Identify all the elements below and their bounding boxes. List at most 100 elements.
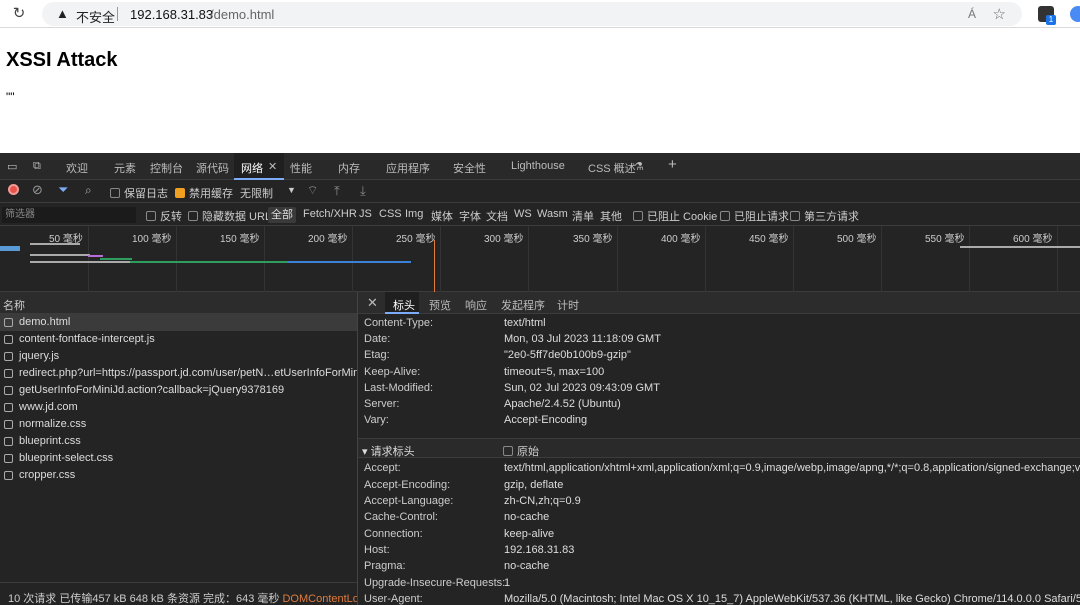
request-row[interactable]: content-fontface-intercept.js	[0, 331, 357, 348]
tab-headers[interactable]: 标头	[393, 297, 415, 313]
filter-css[interactable]: CSS	[379, 208, 402, 220]
header-key: Accept-Language:	[364, 495, 454, 507]
invert-checkbox[interactable]: 反转	[146, 208, 182, 224]
tab-memory[interactable]: 内存	[338, 160, 360, 176]
filter-doc[interactable]: 文档	[486, 208, 508, 224]
url-path[interactable]: /demo.html	[210, 7, 274, 22]
request-row[interactable]: getUserInfoForMiniJd.action?callback=jQu…	[0, 382, 357, 399]
tab-network[interactable]: 网络	[241, 160, 263, 176]
checkbox-box[interactable]	[188, 211, 198, 221]
chevron-down-icon[interactable]: ▼	[287, 185, 296, 195]
checkbox-box[interactable]	[146, 211, 156, 221]
blocked-cookies-checkbox[interactable]: 已阻止 Cookie	[633, 208, 717, 224]
download-icon[interactable]: ⤓	[360, 183, 366, 199]
checkbox-box[interactable]	[790, 211, 800, 221]
clear-icon[interactable]: ⊘	[32, 182, 43, 198]
network-overview-timeline[interactable]: 50 毫秒 100 毫秒 150 毫秒 200 毫秒 250 毫秒 300 毫秒…	[0, 226, 1080, 292]
address-bar[interactable]: ▲ 不安全 192.168.31.83 /demo.html Á ☆	[42, 2, 1022, 26]
header-key: Accept-Encoding:	[364, 479, 451, 491]
gridline	[793, 226, 794, 292]
security-label[interactable]: 不安全	[76, 7, 115, 26]
tab-console[interactable]: 控制台	[150, 160, 183, 176]
request-row[interactable]: blueprint.css	[0, 433, 357, 450]
blocked-requests-checkbox[interactable]: 已阻止请求	[720, 208, 789, 224]
tab-css-overview[interactable]: CSS 概述	[588, 160, 636, 176]
close-tab-icon[interactable]: ✕	[268, 160, 277, 173]
search-icon[interactable]: ⌕	[85, 183, 92, 198]
network-conditions-icon[interactable]: ⌔	[307, 183, 318, 198]
profile-avatar[interactable]	[1070, 6, 1080, 22]
tab-initiator[interactable]: 发起程序	[501, 297, 545, 313]
response-header-row: Server: Apache/2.4.52 (Ubuntu)	[364, 398, 1080, 414]
tab-performance[interactable]: 性能	[290, 160, 312, 176]
name-column-header[interactable]: 名称	[0, 292, 357, 314]
header-value: 192.168.31.83	[504, 544, 575, 556]
document-icon	[4, 318, 13, 327]
hide-data-url-checkbox[interactable]: 隐藏数据 URL	[188, 208, 271, 224]
preserve-log-checkbox[interactable]: 保留日志	[110, 185, 168, 201]
tab-sources[interactable]: 源代码	[196, 160, 229, 176]
checkbox-box[interactable]	[633, 211, 643, 221]
tab-welcome[interactable]: 欢迎	[66, 160, 88, 176]
filter-manifest[interactable]: 清单	[572, 208, 594, 224]
request-name: redirect.php?url=https://passport.jd.com…	[19, 367, 357, 379]
header-value: timeout=5, max=100	[504, 366, 605, 378]
filter-font[interactable]: 字体	[459, 208, 481, 224]
request-row[interactable]: jquery.js	[0, 348, 357, 365]
filter-media[interactable]: 媒体	[431, 208, 453, 224]
script-icon	[4, 335, 13, 344]
gridline	[88, 226, 89, 292]
filter-other[interactable]: 其他	[600, 208, 622, 224]
throttling-select[interactable]: 无限制	[240, 185, 273, 201]
url-host[interactable]: 192.168.31.83	[130, 7, 213, 22]
tab-elements[interactable]: 元素	[114, 160, 136, 176]
filter-ws[interactable]: WS	[514, 208, 532, 220]
tab-application[interactable]: 应用程序	[386, 160, 430, 176]
filter-fetch-xhr[interactable]: Fetch/XHR	[303, 208, 357, 220]
tab-security[interactable]: 安全性	[453, 160, 486, 176]
timeline-tick: 350 毫秒	[573, 234, 613, 245]
request-row[interactable]: blueprint-select.css	[0, 450, 357, 467]
checkbox-box[interactable]	[175, 188, 185, 198]
tab-lighthouse[interactable]: Lighthouse	[511, 160, 565, 172]
filter-input[interactable]: 筛选器	[2, 207, 136, 223]
disable-cache-checkbox[interactable]: 禁用缓存	[175, 185, 233, 201]
request-row[interactable]: demo.html	[0, 314, 357, 331]
favorite-star-icon[interactable]: ☆	[993, 5, 1006, 23]
request-row[interactable]: redirect.php?url=https://passport.jd.com…	[0, 365, 357, 382]
request-row[interactable]: cropper.css	[0, 467, 357, 484]
stylesheet-icon	[4, 454, 13, 463]
header-key: Last-Modified:	[364, 382, 434, 394]
third-party-checkbox[interactable]: 第三方请求	[790, 208, 859, 224]
tab-response[interactable]: 响应	[465, 297, 487, 313]
tab-preview[interactable]: 预览	[429, 297, 451, 313]
filter-all-button[interactable]: 全部	[268, 207, 296, 223]
raw-checkbox[interactable]: 原始	[503, 443, 539, 459]
upload-icon[interactable]: ⤒	[334, 183, 340, 199]
header-key: Vary:	[364, 414, 389, 426]
filter-icon[interactable]: ⏷	[58, 182, 68, 198]
read-aloud-icon[interactable]: Á	[968, 7, 976, 21]
close-detail-icon[interactable]: ✕	[367, 295, 378, 311]
warning-icon[interactable]: ▲	[56, 6, 69, 21]
filter-img[interactable]: Img	[405, 208, 423, 220]
checkbox-box[interactable]	[720, 211, 730, 221]
request-header-row: Cache-Control: no-cache	[364, 511, 1080, 527]
reload-icon[interactable]: ↻	[10, 5, 28, 23]
add-tab-icon[interactable]: +	[668, 156, 677, 173]
filter-wasm[interactable]: Wasm	[537, 208, 568, 220]
record-icon[interactable]	[8, 184, 19, 195]
request-row[interactable]: normalize.css	[0, 416, 357, 433]
browser-toolbar: ↻ ▲ 不安全 192.168.31.83 /demo.html Á ☆ 1	[0, 0, 1080, 28]
header-value: zh-CN,zh;q=0.9	[504, 495, 581, 507]
request-headers-section-header[interactable]: ▾ 请求标头 原始	[358, 438, 1080, 458]
domcontentloaded-label: DOMContentLoaded	[282, 593, 357, 605]
device-toolbar-icon[interactable]: ▭	[7, 160, 17, 173]
tab-timing[interactable]: 计时	[557, 297, 579, 313]
response-header-row: Vary: Accept-Encoding	[364, 414, 1080, 430]
request-row[interactable]: www.jd.com	[0, 399, 357, 416]
filter-js[interactable]: JS	[359, 208, 372, 220]
checkbox-box[interactable]	[110, 188, 120, 198]
inspect-icon[interactable]: ⧉	[33, 160, 41, 173]
checkbox-box[interactable]	[503, 446, 513, 456]
